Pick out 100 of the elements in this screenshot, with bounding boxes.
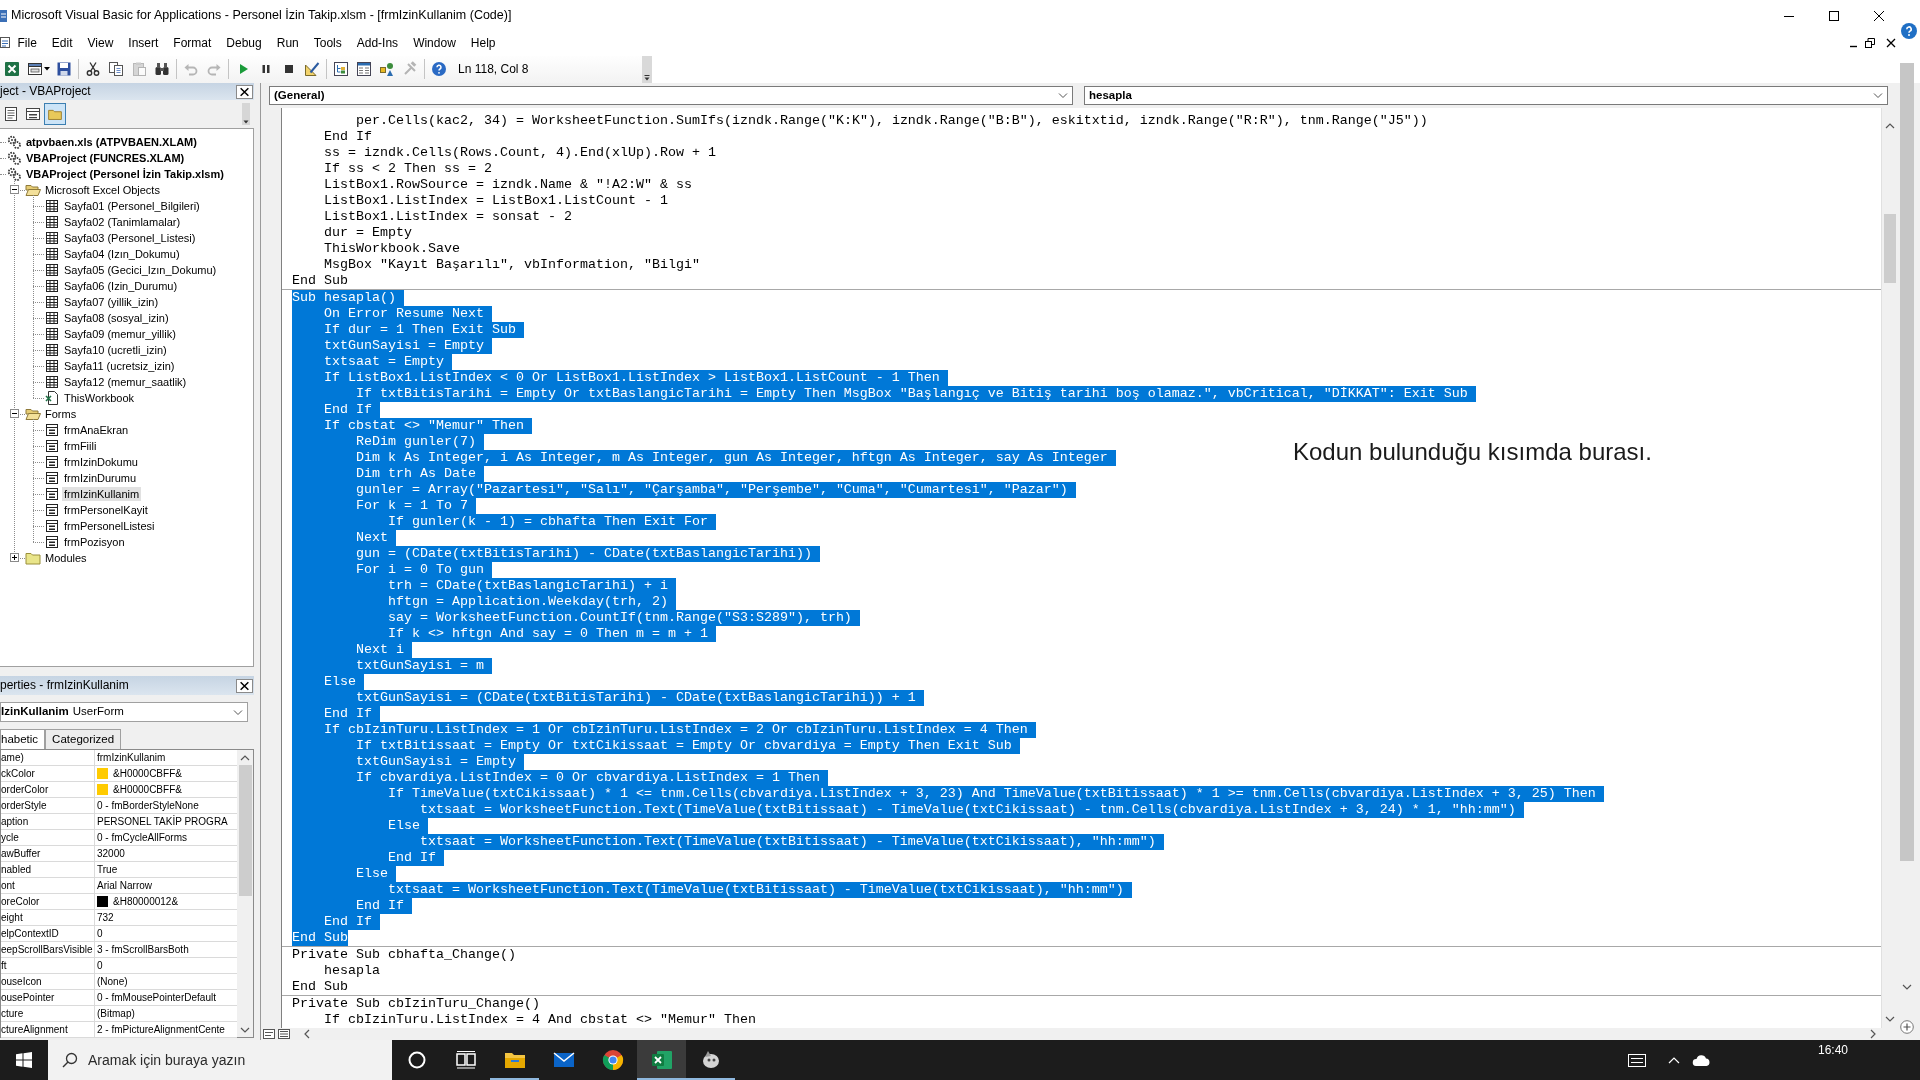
scroll-down-icon[interactable] xyxy=(1885,1016,1895,1022)
tree-item[interactable]: frmIzinDurumu xyxy=(62,471,139,485)
menu-item[interactable]: Window xyxy=(405,33,464,53)
property-value[interactable]: (Bitmap) xyxy=(97,1006,135,1021)
expand-icon[interactable] xyxy=(10,553,19,562)
property-value[interactable]: 732 xyxy=(97,910,114,925)
tree-item[interactable]: Forms xyxy=(43,407,79,421)
property-value[interactable]: Arial Narrow xyxy=(97,878,152,893)
property-value[interactable]: &H80000012& xyxy=(113,894,179,909)
scrollbar-thumb[interactable] xyxy=(238,765,252,896)
property-value[interactable]: 0 - fmBorderStyleNone xyxy=(97,798,199,813)
scrollbar-thumb[interactable] xyxy=(1884,214,1896,283)
menu-item[interactable]: Insert xyxy=(120,33,166,53)
maximize-icon[interactable] xyxy=(1828,10,1839,21)
close-icon[interactable] xyxy=(1886,38,1896,48)
shapes-icon[interactable] xyxy=(378,61,395,77)
list-window-icon[interactable] xyxy=(355,61,372,77)
tree-item[interactable]: frmAnaEkran xyxy=(62,423,131,437)
tree-item[interactable]: VBAProject (FUNCRES.XLAM) xyxy=(24,151,187,165)
tree-item[interactable]: Sayfa03 (Personel_Listesi) xyxy=(62,231,198,245)
menu-item[interactable]: Tools xyxy=(306,33,350,53)
tree-item[interactable]: VBAProject (Personel İzin Takip.xlsm) xyxy=(24,167,226,181)
tree-window-icon[interactable] xyxy=(332,61,349,77)
help-icon[interactable] xyxy=(430,61,447,77)
scroll-down-icon[interactable] xyxy=(1901,984,1912,990)
tree-item[interactable]: Sayfa06 (Izin_Durumu) xyxy=(62,279,180,293)
close-icon[interactable] xyxy=(236,678,253,693)
plus-icon[interactable] xyxy=(1899,1020,1914,1034)
tree-item[interactable]: Sayfa09 (memur_yillik) xyxy=(62,327,178,341)
tree-item[interactable]: Sayfa04 (Izın_Dokumu) xyxy=(62,247,182,261)
menu-item[interactable]: View xyxy=(80,33,121,53)
tree-item[interactable]: Sayfa08 (sosyal_izin) xyxy=(62,311,171,325)
tree-item[interactable]: frmIzinKullanim xyxy=(62,487,142,501)
cloud-icon[interactable] xyxy=(1691,1054,1710,1066)
module-view-icon[interactable] xyxy=(278,1029,290,1039)
property-value[interactable]: 0 - fmMousePointerDefault xyxy=(97,990,216,1005)
property-value[interactable]: PERSONEL TAKİP PROGRA xyxy=(97,814,228,829)
collapse-icon[interactable] xyxy=(10,185,19,194)
collapse-icon[interactable] xyxy=(10,409,19,418)
tree-item[interactable]: Sayfa05 (Gecici_Izın_Dokumu) xyxy=(62,263,219,277)
tree-item[interactable]: Sayfa10 (ucretli_izin) xyxy=(62,343,169,357)
chevron-icon[interactable] xyxy=(642,55,652,83)
menu-item[interactable]: File xyxy=(10,33,45,53)
tree-item[interactable]: frmIzinDokumu xyxy=(62,455,140,469)
binoculars-icon[interactable] xyxy=(153,61,170,77)
property-value[interactable]: 2 - fmPictureAlignmentCente xyxy=(97,1022,225,1037)
keyboard-icon[interactable] xyxy=(1627,1053,1646,1067)
scroll-up-icon[interactable] xyxy=(240,755,250,761)
tree-item[interactable]: Modules xyxy=(43,551,89,565)
property-value[interactable]: &H0000CBFF& xyxy=(113,766,182,781)
property-value[interactable]: (None) xyxy=(97,974,128,989)
tree-item[interactable]: frmPozisyon xyxy=(62,535,127,549)
caret-icon[interactable] xyxy=(44,67,50,71)
ruler-icon[interactable] xyxy=(303,61,320,77)
tab[interactable]: habetic xyxy=(0,729,46,749)
menu-item[interactable]: Format xyxy=(165,33,219,53)
chevron-icon[interactable] xyxy=(242,103,250,125)
scroll-left-icon[interactable] xyxy=(304,1029,310,1039)
menu-item[interactable]: Edit xyxy=(44,33,81,53)
property-value[interactable]: 0 - fmCycleAllForms xyxy=(97,830,187,845)
menu-item[interactable]: Run xyxy=(269,33,307,53)
spreadsheet-icon[interactable] xyxy=(3,61,20,77)
property-value[interactable]: True xyxy=(97,862,118,877)
close-icon[interactable] xyxy=(1873,10,1884,21)
procedure-dropdown[interactable]: hesapla xyxy=(1084,86,1888,105)
tab[interactable]: Categorized xyxy=(45,729,122,749)
close-icon[interactable] xyxy=(236,84,253,99)
form-icon[interactable] xyxy=(26,61,43,77)
property-value[interactable]: 32000 xyxy=(97,846,125,861)
tree-item[interactable]: Sayfa12 (memur_saatlik) xyxy=(62,375,189,389)
tree-item[interactable]: Microsoft Excel Objects xyxy=(43,183,162,197)
object-dropdown[interactable]: (General) xyxy=(269,86,1073,105)
tree-item[interactable]: frmPersonelListesi xyxy=(62,519,157,533)
property-value[interactable]: 0 xyxy=(97,958,103,973)
tree-item[interactable]: frmFiili xyxy=(62,439,99,453)
menu-item[interactable]: Help xyxy=(463,33,503,53)
tree-item[interactable]: Sayfa01 (Personel_Bilgileri) xyxy=(62,199,202,213)
property-value[interactable]: &H0000CBFF& xyxy=(113,782,182,797)
object-dropdown[interactable]: IzinKullanim UserForm xyxy=(0,702,248,722)
code-window-icon[interactable] xyxy=(0,35,10,51)
procedure-view-icon[interactable] xyxy=(263,1029,275,1039)
start-icon[interactable] xyxy=(16,1052,32,1068)
scroll-up-icon[interactable] xyxy=(1885,123,1895,129)
tree-item[interactable]: ThisWorkbook xyxy=(62,391,137,405)
menu-item[interactable]: Debug xyxy=(218,33,270,53)
tree-item[interactable]: Sayfa02 (Tanimlamalar) xyxy=(62,215,183,229)
tree-item[interactable]: frmPersonelKayit xyxy=(62,503,150,517)
tree-item[interactable]: Sayfa11 (ucretsiz_izin) xyxy=(62,359,177,373)
scroll-down-icon[interactable] xyxy=(240,1027,250,1033)
property-value[interactable]: 3 - fmScrollBarsBoth xyxy=(97,942,189,957)
menu-item[interactable]: Add-Ins xyxy=(349,33,406,53)
property-value[interactable]: 0 xyxy=(97,926,103,941)
search-field[interactable]: Aramak için buraya yazın xyxy=(48,1040,392,1080)
copy-icon[interactable] xyxy=(107,61,124,77)
tree-item[interactable]: Sayfa07 (yillik_izin) xyxy=(62,295,161,309)
help-icon[interactable] xyxy=(1901,23,1917,39)
restore-icon[interactable] xyxy=(1865,38,1875,48)
tree-item[interactable]: atpvbaen.xls (ATPVBAEN.XLAM) xyxy=(24,135,199,149)
scroll-right-icon[interactable] xyxy=(1870,1029,1876,1039)
save-icon[interactable] xyxy=(55,61,72,77)
